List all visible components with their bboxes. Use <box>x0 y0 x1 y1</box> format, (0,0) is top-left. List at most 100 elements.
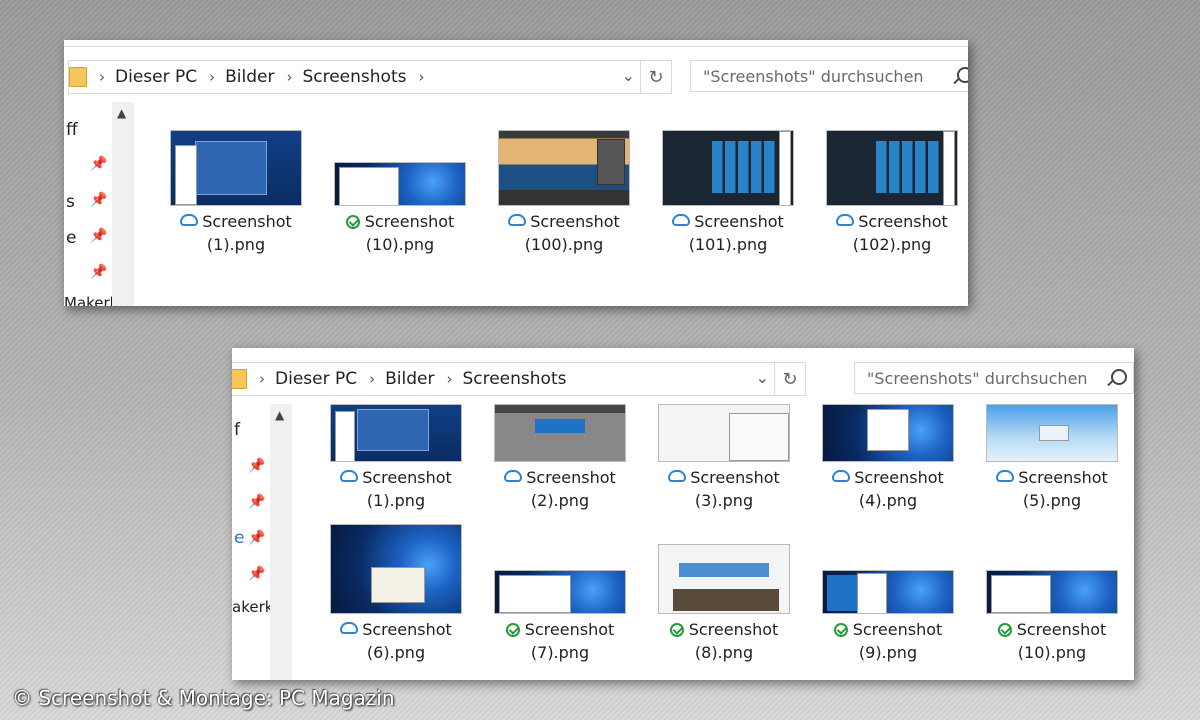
chevron-right-icon: › <box>446 370 453 388</box>
file-name: Screenshot <box>530 212 620 231</box>
nav-item[interactable]: ff <box>66 120 78 140</box>
file-name: Screenshot <box>364 212 455 231</box>
file-name: Screenshot <box>524 620 615 639</box>
pin-icon[interactable]: 📌 <box>248 458 265 474</box>
file-item[interactable]: Screenshot (102).png <box>822 130 962 256</box>
nav-item[interactable]: e <box>66 228 76 248</box>
file-extension: (1).png <box>206 235 266 254</box>
nav-item[interactable]: akerk <box>232 598 273 616</box>
check-circle-icon <box>505 623 520 637</box>
file-name: Screenshot <box>202 212 292 231</box>
breadcrumb-this-pc[interactable]: Dieser PC <box>115 67 197 87</box>
cloud-icon <box>340 470 359 482</box>
file-name: Screenshot <box>854 468 944 487</box>
check-circle-icon <box>669 623 684 637</box>
navigation-pane: ff s e Makerk 📌 📌 📌 📌 ▲ <box>64 98 134 306</box>
breadcrumb-this-pc[interactable]: Dieser PC <box>275 369 357 389</box>
scrollbar[interactable]: ▲ <box>270 404 292 680</box>
file-extension: (8).png <box>694 643 754 662</box>
cloud-icon <box>672 214 691 226</box>
refresh-icon[interactable]: ↻ <box>640 61 671 93</box>
explorer-window-top: › Dieser PC › Bilder › Screenshots › ⌄ ↻… <box>64 40 968 306</box>
file-item[interactable]: Screenshot (1).png <box>326 404 466 512</box>
pin-icon[interactable]: 📌 <box>248 566 265 582</box>
search-input[interactable]: "Screenshots" durchsuchen <box>690 60 968 92</box>
file-item[interactable]: Screenshot (4).png <box>818 404 958 512</box>
ribbon-edge <box>64 40 968 47</box>
thumbnail <box>822 570 954 614</box>
file-item[interactable]: Screenshot (100).png <box>494 130 634 256</box>
thumbnail <box>498 130 630 206</box>
nav-item[interactable]: f <box>234 420 240 440</box>
thumbnail <box>826 130 958 206</box>
pin-icon[interactable]: 📌 <box>90 192 107 208</box>
file-extension: (100).png <box>524 235 604 254</box>
chevron-down-icon[interactable]: ⌄ <box>756 368 769 387</box>
search-placeholder: "Screenshots" durchsuchen <box>703 66 924 86</box>
file-item[interactable]: Screenshot (2).png <box>490 404 630 512</box>
file-name: Screenshot <box>858 212 948 231</box>
file-item[interactable]: Screenshot (5).png <box>982 404 1122 512</box>
refresh-icon[interactable]: ↻ <box>774 363 805 395</box>
thumbnail <box>986 404 1118 462</box>
cloud-icon <box>996 470 1015 482</box>
nav-item[interactable]: e <box>234 528 244 548</box>
pin-icon[interactable]: 📌 <box>248 530 265 546</box>
file-extension: (10).png <box>365 235 435 254</box>
file-item[interactable]: Screenshot (9).png <box>818 524 958 664</box>
cloud-icon <box>504 470 523 482</box>
address-bar[interactable]: › Dieser PC › Bilder › Screenshots ⌄ ↻ <box>232 362 806 396</box>
file-extension: (9).png <box>858 643 918 662</box>
file-name: Screenshot <box>362 620 452 639</box>
file-item[interactable]: Screenshot (1).png <box>166 130 306 256</box>
thumbnail <box>658 404 790 462</box>
file-item[interactable]: Screenshot (6).png <box>326 524 466 664</box>
breadcrumb-screenshots[interactable]: Screenshots <box>462 369 566 389</box>
file-extension: (102).png <box>852 235 932 254</box>
breadcrumb-pictures[interactable]: Bilder <box>225 67 274 87</box>
file-extension: (5).png <box>1022 491 1082 510</box>
scrollbar[interactable]: ▲ <box>112 102 134 306</box>
file-name: Screenshot <box>526 468 616 487</box>
search-input[interactable]: "Screenshots" durchsuchen <box>854 362 1134 394</box>
file-item[interactable]: Screenshot (7).png <box>490 524 630 664</box>
copyright-notice: © Screenshot & Montage: PC Magazin <box>12 686 395 710</box>
file-name: Screenshot <box>852 620 943 639</box>
thumbnail <box>170 130 302 206</box>
file-item[interactable]: Screenshot (10).png <box>982 524 1122 664</box>
file-item[interactable]: Screenshot (101).png <box>658 130 798 256</box>
chevron-right-icon: › <box>209 68 216 86</box>
search-icon[interactable] <box>1111 369 1127 385</box>
pin-icon[interactable]: 📌 <box>90 264 107 280</box>
search-icon[interactable] <box>957 67 968 83</box>
file-extension: (101).png <box>688 235 768 254</box>
cloud-icon <box>340 622 359 634</box>
chevron-right-icon[interactable]: › <box>418 68 424 86</box>
navigation-pane: f e akerk 📌 📌 📌 📌 ▲ <box>232 400 302 680</box>
folder-icon <box>69 67 87 87</box>
file-item[interactable]: Screenshot (8).png <box>654 524 794 664</box>
thumbnail <box>494 570 626 614</box>
pin-icon[interactable]: 📌 <box>90 228 107 244</box>
file-name: Screenshot <box>694 212 784 231</box>
chevron-down-icon[interactable]: ⌄ <box>622 66 635 85</box>
thumbnail <box>334 162 466 206</box>
pin-icon[interactable]: 📌 <box>90 156 107 172</box>
address-bar[interactable]: › Dieser PC › Bilder › Screenshots › ⌄ ↻ <box>68 60 672 94</box>
pin-icon[interactable]: 📌 <box>248 494 265 510</box>
breadcrumb-pictures[interactable]: Bilder <box>385 369 434 389</box>
scroll-up-icon[interactable]: ▲ <box>275 408 284 422</box>
file-extension: (7).png <box>530 643 590 662</box>
file-name: Screenshot <box>690 468 780 487</box>
chevron-right-icon: › <box>369 370 376 388</box>
file-extension: (1).png <box>366 491 426 510</box>
file-item[interactable]: Screenshot (3).png <box>654 404 794 512</box>
breadcrumb-screenshots[interactable]: Screenshots <box>302 67 406 87</box>
scroll-up-icon[interactable]: ▲ <box>117 106 126 120</box>
nav-item[interactable]: s <box>66 192 75 212</box>
file-extension: (6).png <box>366 643 426 662</box>
file-item[interactable]: Screenshot (10).png <box>330 130 470 256</box>
check-circle-icon <box>997 623 1012 637</box>
thumbnail <box>986 570 1118 614</box>
nav-item[interactable]: Makerk <box>64 294 118 306</box>
